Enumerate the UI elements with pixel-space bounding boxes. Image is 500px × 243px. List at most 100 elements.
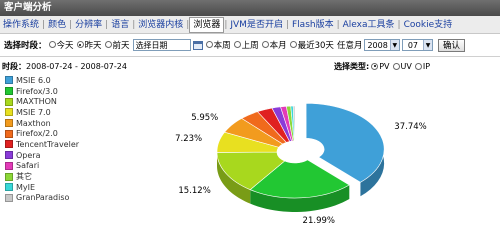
tab-0[interactable]: 操作系统 <box>0 18 42 32</box>
legend-swatch <box>5 87 13 96</box>
legend-item: TencentTraveler <box>5 139 79 150</box>
legend-swatch <box>5 97 13 106</box>
range-option-label: 上周 <box>241 40 259 51</box>
date-input-value: 选择日期 <box>135 40 168 50</box>
tab-7[interactable]: Flash版本 <box>289 18 337 32</box>
chart-type-selector: 选择类型: PV UV IP <box>334 61 433 72</box>
pie-data-label: 37.74% <box>394 122 427 133</box>
month-select[interactable]: 07 ▼ <box>401 39 433 51</box>
legend-label: GranParadiso <box>16 193 70 203</box>
legend-label: Safari <box>16 161 40 171</box>
year-select-value: 2008 <box>367 40 388 50</box>
legend-label: MSIE 6.0 <box>16 75 51 85</box>
legend-swatch <box>5 161 13 170</box>
legend-swatch <box>5 183 13 192</box>
legend-item: GranParadiso <box>5 193 79 204</box>
legend-label: MyIE <box>16 182 36 192</box>
metric-option-label: IP <box>422 61 431 71</box>
pie-data-label: 7.23% <box>175 133 203 144</box>
radio-icon[interactable] <box>414 62 422 70</box>
confirm-button[interactable]: 确认 <box>438 38 466 52</box>
period-option-label: 昨天 <box>84 40 102 51</box>
legend-item: Firefox/3.0 <box>5 86 79 97</box>
divider <box>0 56 500 57</box>
chart-type-label: 选择类型: <box>334 62 370 71</box>
metric-option-label: PV <box>379 61 390 71</box>
legend-item: Maxthon <box>5 118 79 129</box>
legend-label: Firefox/3.0 <box>16 86 58 96</box>
legend-label: 其它 <box>16 172 32 182</box>
range-option[interactable]: 本月 <box>261 39 287 51</box>
range-option[interactable]: 本周 <box>205 39 231 51</box>
date-input[interactable]: 选择日期 <box>132 39 191 51</box>
metric-option[interactable]: UV <box>392 61 412 71</box>
pie-data-label: 15.12% <box>178 186 211 197</box>
legend-item: Firefox/2.0 <box>5 128 79 139</box>
tab-1[interactable]: 颜色 <box>45 18 69 32</box>
month-label: 任意月 <box>336 41 363 51</box>
radio-icon[interactable] <box>392 62 400 70</box>
range-option-label: 本月 <box>269 40 287 51</box>
period-option-label: 今天 <box>56 40 74 51</box>
period-option[interactable]: 昨天 <box>76 39 102 51</box>
legend-swatch <box>5 108 13 117</box>
radio-icon[interactable] <box>104 41 112 49</box>
legend-item: 其它 <box>5 171 79 182</box>
range-option-label: 最近30天 <box>297 40 334 51</box>
tab-5[interactable]: 浏览器 <box>189 16 225 33</box>
radio-icon[interactable] <box>205 41 213 49</box>
legend-item: Opera <box>5 150 79 161</box>
legend-item: MAXTHON <box>5 96 79 107</box>
legend-swatch <box>5 193 13 202</box>
chevron-down-icon: ▼ <box>423 40 432 50</box>
window-title: 客户端分析 <box>0 0 500 16</box>
chevron-down-icon: ▼ <box>389 40 399 50</box>
filter-label: 选择时段： <box>4 41 47 51</box>
tab-9[interactable]: Cookie支持 <box>401 18 456 32</box>
range-option-label: 本周 <box>213 40 231 51</box>
legend-label: Firefox/2.0 <box>16 129 58 139</box>
radio-icon[interactable] <box>371 62 379 70</box>
legend-label: Opera <box>16 150 41 160</box>
tab-3[interactable]: 语言 <box>108 18 132 32</box>
legend-item: Safari <box>5 161 79 172</box>
calendar-icon[interactable] <box>192 40 203 50</box>
legend-item: MSIE 7.0 <box>5 107 79 118</box>
tab-6[interactable]: JVM是否开启 <box>227 18 286 32</box>
legend-item: MSIE 6.0 <box>5 75 79 86</box>
radio-icon[interactable] <box>289 41 297 49</box>
tab-8[interactable]: Alexa工具条 <box>340 18 398 32</box>
legend-label: Maxthon <box>16 118 51 128</box>
tab-4[interactable]: 浏览器内核 <box>135 18 186 32</box>
legend-item: MyIE <box>5 182 79 193</box>
metric-option[interactable]: IP <box>414 61 431 71</box>
radio-icon[interactable] <box>233 41 241 49</box>
legend-swatch <box>5 129 13 138</box>
tab-bar: 操作系统 | 颜色 | 分辨率 | 语言 | 浏览器内核 | 浏览器 | JVM是否开启 | Flash版本… <box>0 16 500 34</box>
legend-swatch <box>5 172 13 181</box>
radio-icon[interactable] <box>48 41 56 49</box>
range-option[interactable]: 上周 <box>233 39 259 51</box>
period-label: 时段： <box>2 62 26 71</box>
date-filter-bar: 选择时段： 今天 昨天 前天 选择日期 本周 上周 本月 最近30天 任意月 2008 ▼ … <box>0 36 500 54</box>
period-option[interactable]: 今天 <box>48 39 74 51</box>
pie-data-label: 21.99% <box>302 215 335 226</box>
legend-swatch <box>5 140 13 149</box>
pie-data-label: 5.95% <box>191 112 219 123</box>
metric-option-label: UV <box>400 61 412 71</box>
tab-2[interactable]: 分辨率 <box>72 18 105 32</box>
radio-icon[interactable] <box>76 41 84 49</box>
metric-option[interactable]: PV <box>371 61 390 71</box>
period-value: 2008-07-24 - 2008-07-24 <box>26 62 127 71</box>
legend-label: MSIE 7.0 <box>16 107 51 117</box>
period-text: 时段：2008-07-24 - 2008-07-24 <box>2 61 127 72</box>
legend-swatch <box>5 119 13 128</box>
pie-chart <box>216 102 385 212</box>
legend-swatch <box>5 151 13 160</box>
legend-label: TencentTraveler <box>16 139 80 149</box>
period-option[interactable]: 前天 <box>104 39 130 51</box>
year-select[interactable]: 2008 ▼ <box>364 39 400 51</box>
range-option[interactable]: 最近30天 <box>289 39 334 51</box>
chart-legend: MSIE 6.0 Firefox/3.0 MAXTHON MSIE 7.0 Maxtho… <box>5 75 79 203</box>
radio-icon[interactable] <box>261 41 269 49</box>
